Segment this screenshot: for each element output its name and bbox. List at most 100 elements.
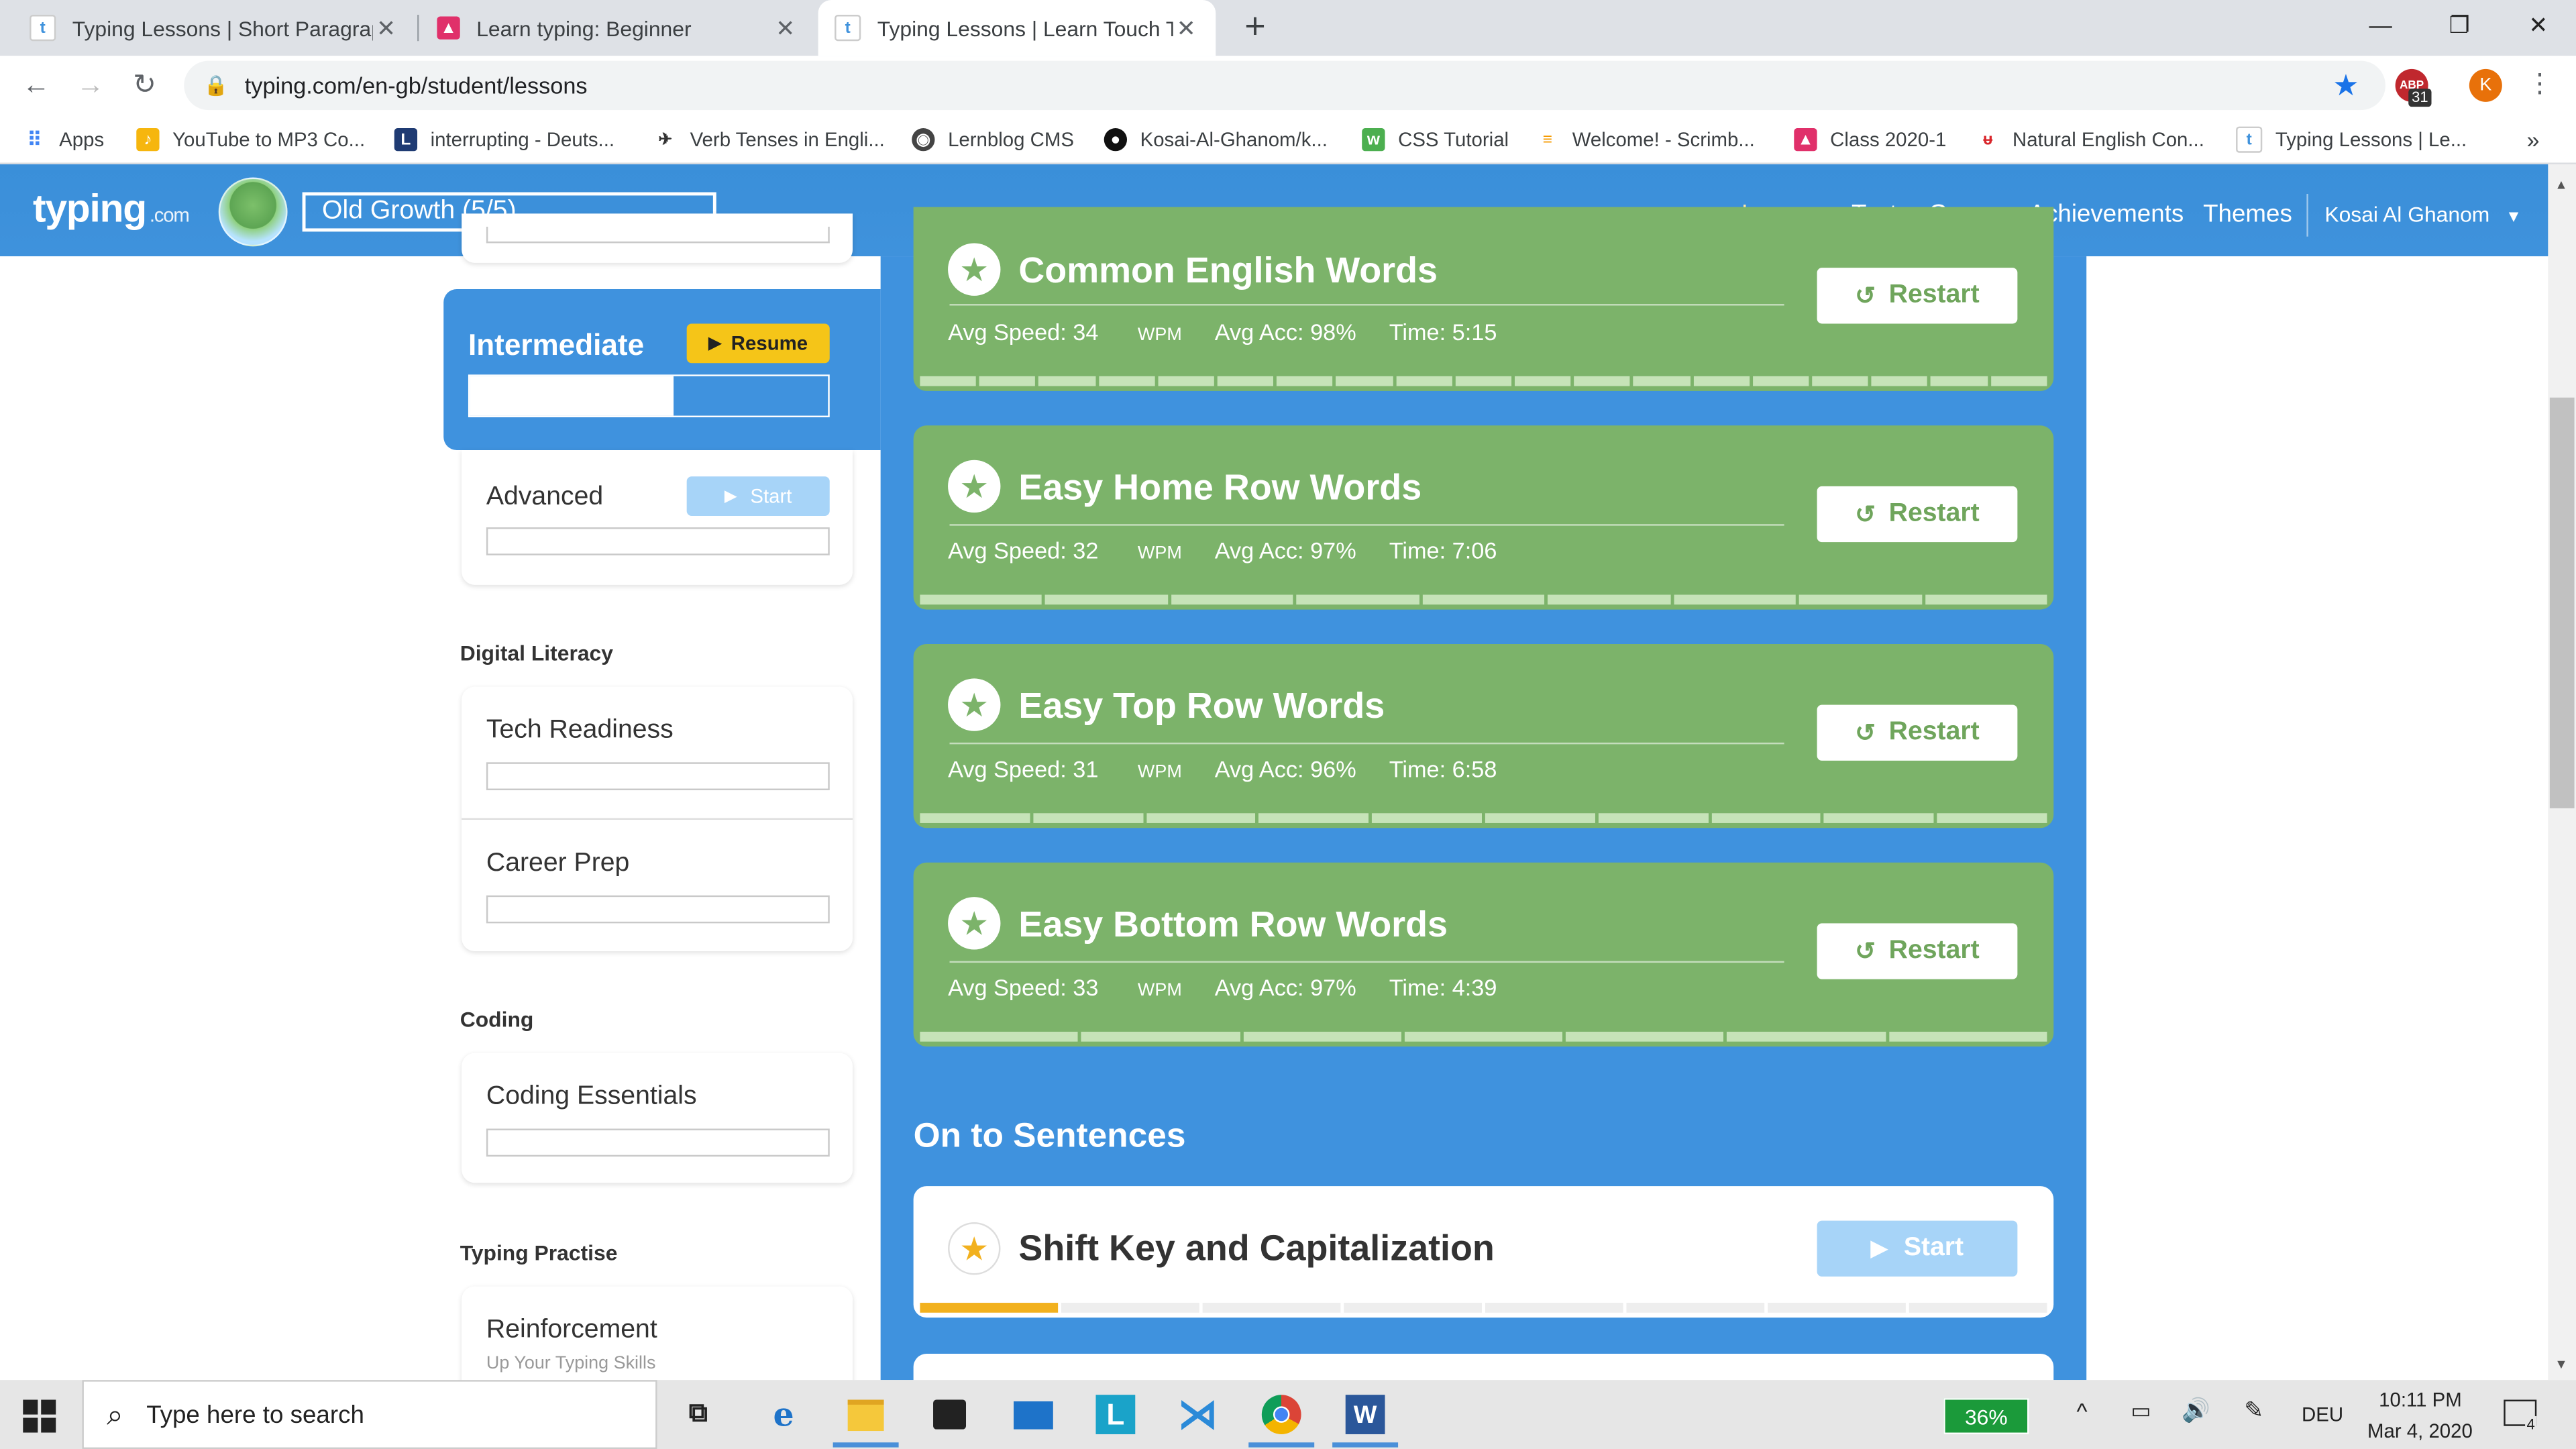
classroom-icon: ▲ [1794, 128, 1817, 152]
lesson-card[interactable]: ★ Easy Bottom Row Words Avg Speed: 33 WP… [913, 862, 2054, 1047]
windows-start-icon[interactable] [23, 1399, 56, 1433]
bookmarks-overflow-button[interactable]: » [2527, 125, 2540, 154]
restart-button[interactable]: ↺ Restart [1817, 704, 2018, 761]
browser-menu-icon[interactable]: ⋮ [2527, 67, 2553, 100]
running-indicator [1332, 1442, 1399, 1448]
task-view-icon[interactable]: ⧉ [674, 1390, 722, 1439]
pen-icon[interactable]: ✎ [2244, 1397, 2263, 1425]
browser-tab-strip: t Typing Lessons | Short Paragraph ✕ ▲ L… [0, 0, 2576, 56]
reload-icon[interactable]: ↻ [125, 66, 164, 105]
bookmark-item[interactable]: ✈ Verb Tenses in Engli... [654, 125, 885, 154]
bookmark-item[interactable]: ≡ Welcome! - Scrimb... [1536, 125, 1755, 154]
section-heading: Coding [460, 1007, 534, 1032]
wpm-unit: WPM [1137, 981, 1182, 1001]
restart-button[interactable]: ↺ Restart [1817, 923, 2018, 979]
lesson-stats: Avg Speed: 34 WPM Avg Acc: 98% Time: 5:15 [948, 319, 1529, 345]
clock-date[interactable]: Mar 4, 2020 [2367, 1419, 2473, 1442]
bookmark-label: Kosai-Al-Ghanom/k... [1140, 128, 1328, 152]
restore-button[interactable]: ❐ [2422, 0, 2498, 49]
scroll-down-icon[interactable]: ▼ [2555, 1357, 2567, 1372]
lesson-card[interactable]: ★ Easy Top Row Words Avg Speed: 31 WPM Av… [913, 644, 2054, 828]
battery-percentage[interactable]: 36% [1943, 1398, 2029, 1434]
taskbar-search-box[interactable]: ⌕ Type here to search [82, 1380, 657, 1449]
button-label: Restart [1888, 718, 1980, 746]
course-title: Tech Readiness [486, 716, 674, 745]
bookmark-item[interactable]: Linterrupting - Deuts... [394, 125, 614, 154]
section-heading: On to Sentences [913, 1117, 1186, 1155]
lesson-card[interactable]: ★ Easy Home Row Words Avg Speed: 32 WPM A… [913, 425, 2054, 610]
advanced-card[interactable]: Advanced ▶ Start [462, 450, 853, 585]
restart-button[interactable]: ↺ Restart [1817, 486, 2018, 543]
bookmark-item[interactable]: ♪ YouTube to MP3 Co... [136, 125, 365, 154]
show-hidden-icons[interactable]: ^ [2077, 1398, 2088, 1424]
lesson-card[interactable]: ★ Common English Words Avg Speed: 34 WPM… [913, 207, 2054, 391]
bookmark-item[interactable]: ● Kosai-Al-Ghanom/k... [1104, 125, 1328, 154]
restart-button[interactable]: ↺ Restart [1817, 268, 2018, 324]
close-tab-icon[interactable]: ✕ [1173, 14, 1199, 42]
lesson-card-locked[interactable]: ★ Shift Key and Capitalization ▶ Start [913, 1186, 2054, 1318]
battery-icon[interactable]: ▭ [2131, 1398, 2151, 1424]
address-bar[interactable]: 🔒 typing.com/en-gb/student/lessons ★ [184, 60, 2385, 111]
user-menu[interactable]: Kosai Al Ghanom ▼ [2324, 202, 2522, 227]
close-tab-icon[interactable]: ✕ [373, 14, 399, 42]
scrollbar-thumb[interactable] [2549, 397, 2575, 808]
course-tech-readiness[interactable]: Tech Readiness [462, 687, 853, 818]
browser-tab[interactable]: t Typing Lessons | Short Paragraph ✕ [13, 0, 416, 56]
new-tab-button[interactable]: + [1236, 6, 1275, 46]
bookmark-apps[interactable]: ⠿ Apps [23, 125, 105, 154]
url-text: typing.com/en-gb/student/lessons [244, 72, 588, 99]
bookmark-item[interactable]: ▲ Class 2020-1 [1794, 125, 1946, 154]
store-icon[interactable] [925, 1390, 974, 1439]
course-coding-essentials[interactable]: Coding Essentials [462, 1053, 853, 1183]
profile-avatar[interactable]: K [2469, 68, 2502, 102]
close-tab-icon[interactable]: ✕ [772, 14, 798, 42]
beginner-card-remnant [462, 213, 853, 263]
lesson-progress-segments [920, 813, 2047, 823]
running-indicator [833, 1442, 899, 1448]
minimize-button[interactable]: — [2343, 0, 2418, 49]
lesson-stats: Avg Speed: 33 WPM Avg Acc: 97% Time: 4:39 [948, 974, 1529, 1000]
volume-icon[interactable]: 🔊 [2182, 1397, 2210, 1425]
start-button[interactable]: ▶ Start [1817, 1220, 2018, 1277]
intermediate-card-active[interactable]: Intermediate ▶ Resume [443, 289, 881, 451]
lesson-title: Easy Home Row Words [1018, 466, 1422, 508]
button-label: Restart [1888, 280, 1980, 309]
clock-time[interactable]: 10:11 PM [2379, 1388, 2462, 1411]
star-icon: ★ [948, 243, 1001, 296]
avg-accuracy: Avg Acc: 98% [1214, 319, 1356, 345]
nav-themes[interactable]: Themes [2203, 201, 2292, 229]
scroll-up-icon[interactable]: ▲ [2555, 177, 2567, 192]
lesson-time: Time: 4:39 [1389, 974, 1497, 1001]
tree-avatar-icon[interactable] [218, 177, 288, 247]
start-button[interactable]: ▶ Start [686, 476, 830, 516]
tab-title: Typing Lessons | Short Paragraph [72, 15, 373, 41]
forward-arrow-icon[interactable]: → [70, 66, 110, 105]
bookmark-item[interactable]: ᵾ Natural English Con... [1976, 125, 2204, 154]
typing-logo[interactable]: typing .com [33, 187, 190, 233]
input-language[interactable]: DEU [2302, 1403, 2343, 1426]
lesson-progress-segments [920, 1031, 2047, 1042]
mail-icon[interactable] [1009, 1390, 1058, 1439]
browser-tab[interactable]: ▲ Learn typing: Beginner ✕ [421, 0, 815, 56]
bookmark-item[interactable]: t Typing Lessons | Le... [2236, 125, 2467, 154]
chrome-icon[interactable] [1256, 1390, 1305, 1439]
word-icon[interactable]: W [1340, 1390, 1389, 1439]
browser-tab-active[interactable]: t Typing Lessons | Learn Touch Typ ✕ [818, 0, 1216, 56]
lesson-progress-segments [920, 376, 2047, 386]
lernblog-app-icon[interactable]: L [1091, 1390, 1140, 1439]
edge-browser-icon[interactable]: e [759, 1390, 808, 1439]
divider [949, 961, 1784, 963]
file-explorer-icon[interactable] [841, 1390, 890, 1439]
back-arrow-icon[interactable]: ← [16, 66, 56, 105]
close-window-button[interactable]: ✕ [2500, 0, 2576, 49]
vscode-icon[interactable]: ⋊ [1173, 1390, 1222, 1439]
bookmark-star-icon[interactable]: ★ [2332, 69, 2359, 103]
lesson-title: Easy Top Row Words [1018, 685, 1385, 727]
bookmark-item[interactable]: ◉ Lernblog CMS [912, 125, 1074, 154]
resume-button[interactable]: ▶ Resume [686, 323, 830, 364]
course-title: Intermediate [468, 328, 645, 362]
course-career-prep[interactable]: Career Prep [462, 820, 853, 951]
play-icon: ▶ [724, 487, 737, 506]
bookmark-label: Class 2020-1 [1830, 128, 1947, 152]
bookmark-item[interactable]: w CSS Tutorial [1362, 125, 1509, 154]
